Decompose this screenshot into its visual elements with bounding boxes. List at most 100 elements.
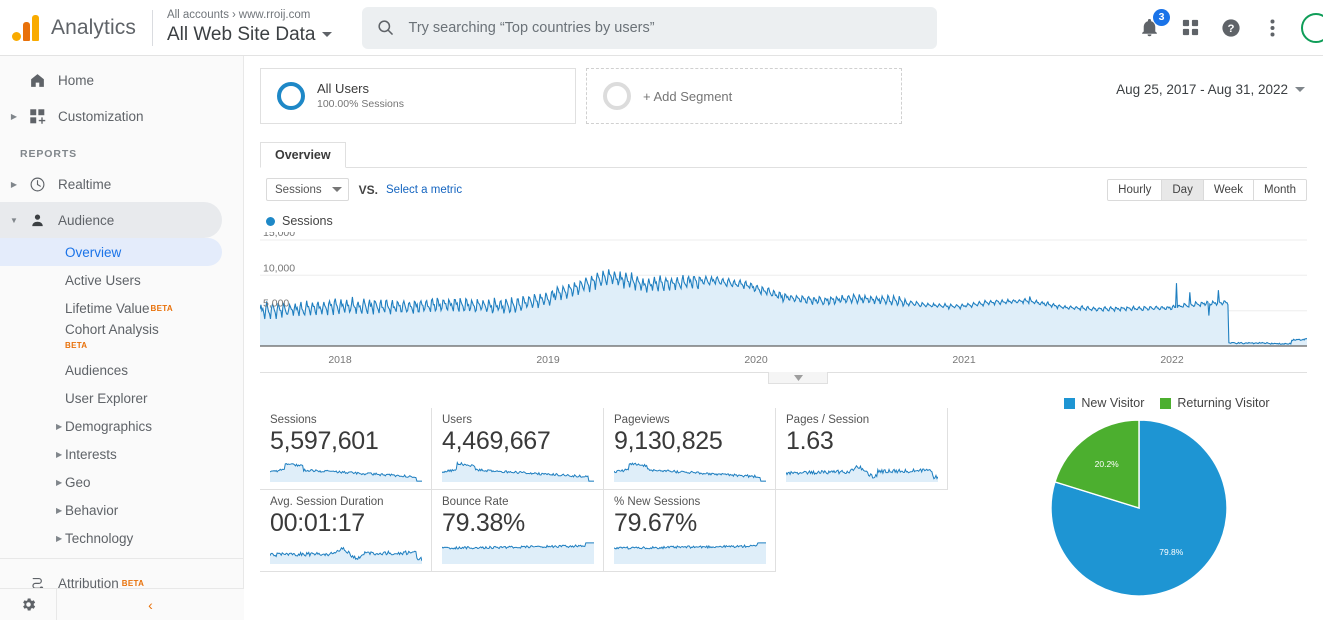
segment-all-users[interactable]: All Users 100.00% Sessions	[260, 68, 576, 124]
metric-card-label: Avg. Session Duration	[270, 496, 384, 508]
granularity-group: Hourly Day Week Month	[1107, 178, 1307, 201]
top-bar: Analytics All accounts › www.rroij.com All…	[0, 0, 1323, 56]
legend-new-visitor-label: New Visitor	[1081, 396, 1145, 410]
sidebar-item-technology-label: Technology	[65, 530, 134, 546]
beta-badge: BETA	[150, 303, 173, 313]
more-options-button[interactable]	[1260, 16, 1284, 40]
sidebar-section-reports: REPORTS	[20, 148, 78, 160]
metric-card-users[interactable]: Users 4,469,667	[432, 408, 604, 490]
metric-card-avg-session-duration[interactable]: Avg. Session Duration 00:01:17	[260, 490, 432, 572]
clock-icon	[22, 176, 52, 193]
sparkline	[269, 542, 423, 569]
add-segment-label: + Add Segment	[643, 88, 733, 104]
sidebar-item-audiences[interactable]: Audiences	[0, 356, 243, 384]
metric-card-pages-per-session[interactable]: Pages / Session 1.63	[776, 408, 948, 490]
metric-card-value: 00:01:17	[270, 509, 365, 537]
chevron-down-icon	[321, 32, 332, 38]
sidebar-item-overview[interactable]: Overview	[0, 238, 222, 266]
apps-grid-button[interactable]	[1178, 16, 1202, 40]
notifications-button[interactable]: 3	[1137, 8, 1170, 40]
sidebar: Home ▶ Customization REPORTS ▶ Realtime …	[0, 56, 244, 620]
beta-badge: BETA	[65, 341, 88, 351]
svg-text:15,000: 15,000	[263, 232, 295, 239]
svg-text:5,000: 5,000	[263, 298, 289, 310]
avatar[interactable]	[1301, 12, 1323, 43]
analytics-app: Analytics All accounts › www.rroij.com All…	[0, 0, 1323, 620]
chart-controls: Sessions VS. Select a metric Hourly Day …	[260, 168, 1307, 201]
notification-badge: 3	[1153, 8, 1170, 26]
granularity-month[interactable]: Month	[1254, 179, 1306, 200]
metric-card-value: 1.63	[786, 427, 834, 455]
chart-expand-handle[interactable]	[768, 372, 828, 384]
beta-badge: BETA	[121, 578, 145, 588]
metric-card-row-1: Sessions 5,597,601 Users 4,469,667 Pagev…	[260, 408, 960, 490]
sidebar-item-demographics[interactable]: ▶ Demographics	[0, 412, 243, 440]
sessions-timeseries-chart[interactable]: 5,000 10,000 15,000 2018 2019 2020 2021 2022	[260, 232, 1307, 372]
metric-card-label: Pageviews	[614, 414, 670, 426]
sparkline	[441, 541, 594, 569]
help-button[interactable]: ?	[1219, 16, 1243, 40]
new-vs-returning-chart: New Visitor Returning Visitor 79.8% 20.2%	[1017, 396, 1317, 611]
top-icon-group: 3 ?	[1137, 8, 1323, 43]
sidebar-item-realtime-label: Realtime	[58, 176, 112, 192]
svg-text:2018: 2018	[328, 354, 352, 366]
sparkline	[785, 460, 939, 487]
sidebar-item-active-users[interactable]: Active Users	[0, 266, 243, 294]
breadcrumb-separator: ›	[231, 9, 236, 22]
legend-new-visitor[interactable]: New Visitor	[1064, 396, 1144, 410]
date-range-picker[interactable]: Aug 25, 2017 - Aug 31, 2022	[1116, 68, 1307, 97]
sidebar-item-behavior[interactable]: ▶ Behavior	[0, 496, 243, 524]
sidebar-item-customization[interactable]: ▶ Customization	[0, 98, 243, 134]
sidebar-item-lifetime-value-label: Lifetime Value	[65, 300, 150, 316]
legend-returning-visitor[interactable]: Returning Visitor	[1160, 396, 1270, 410]
svg-text:10,000: 10,000	[263, 262, 295, 274]
sidebar-item-interests[interactable]: ▶ Interests	[0, 440, 243, 468]
collapse-sidebar-button[interactable]: ‹	[57, 597, 244, 613]
add-segment-button[interactable]: + Add Segment	[586, 68, 902, 124]
sidebar-item-home[interactable]: Home	[0, 62, 243, 98]
view-title[interactable]: All Web Site Data	[167, 24, 332, 46]
metric-card-empty	[776, 490, 948, 572]
metric-card-bounce-rate[interactable]: Bounce Rate 79.38%	[432, 490, 604, 572]
settings-button[interactable]	[0, 596, 56, 613]
account-selector[interactable]: All accounts › www.rroij.com All Web Site …	[167, 9, 332, 45]
sidebar-item-lifetime-value[interactable]: Lifetime Value BETA	[0, 294, 243, 322]
date-range-label: Aug 25, 2017 - Aug 31, 2022	[1116, 82, 1288, 97]
chevron-right-icon: ▶	[56, 421, 63, 431]
tab-overview[interactable]: Overview	[260, 142, 346, 168]
granularity-day[interactable]: Day	[1162, 179, 1204, 200]
sidebar-item-realtime[interactable]: ▶ Realtime	[0, 166, 243, 202]
sidebar-item-user-explorer[interactable]: User Explorer	[0, 384, 243, 412]
sidebar-item-technology[interactable]: ▶ Technology	[0, 524, 243, 552]
metric-card-label: Bounce Rate	[442, 496, 509, 508]
more-vert-icon	[1270, 19, 1274, 36]
pie-chart-svg[interactable]: 79.8% 20.2%	[1017, 416, 1317, 606]
select-metric-link[interactable]: Select a metric	[386, 184, 462, 196]
metric-card-pageviews[interactable]: Pageviews 9,130,825	[604, 408, 776, 490]
granularity-hourly[interactable]: Hourly	[1108, 179, 1163, 200]
metric-card-value: 4,469,667	[442, 427, 551, 455]
search-input[interactable]: Try searching “Top countries by users”	[361, 6, 937, 49]
sidebar-item-geo[interactable]: ▶ Geo	[0, 468, 243, 496]
metric-card-label: Users	[442, 414, 473, 426]
metric-card-new-sessions[interactable]: % New Sessions 79.67%	[604, 490, 776, 572]
search-icon	[377, 20, 393, 35]
chevron-right-icon: ▶	[10, 111, 18, 121]
sparkline	[441, 460, 594, 487]
metric-select[interactable]: Sessions	[266, 178, 349, 201]
chevron-down-icon	[1295, 87, 1305, 92]
sparkline	[613, 460, 766, 487]
chart-resize-bar	[260, 372, 1307, 384]
chevron-right-icon: ▶	[56, 449, 63, 459]
tab-bar: Overview	[260, 142, 1307, 168]
chevron-right-icon: ▶	[10, 179, 18, 189]
granularity-week[interactable]: Week	[1203, 179, 1255, 200]
chevron-down-icon	[331, 187, 342, 192]
segment-title: All Users	[317, 81, 370, 97]
sidebar-item-cohort-analysis[interactable]: Cohort Analysis BETA	[0, 322, 243, 356]
metric-card-label: % New Sessions	[614, 496, 701, 508]
sidebar-item-audience[interactable]: ▼ Audience	[0, 202, 222, 238]
metric-card-sessions[interactable]: Sessions 5,597,601	[260, 408, 432, 490]
main-content: All Users 100.00% Sessions + Add Segment…	[244, 56, 1323, 620]
help-icon: ?	[1222, 18, 1240, 37]
